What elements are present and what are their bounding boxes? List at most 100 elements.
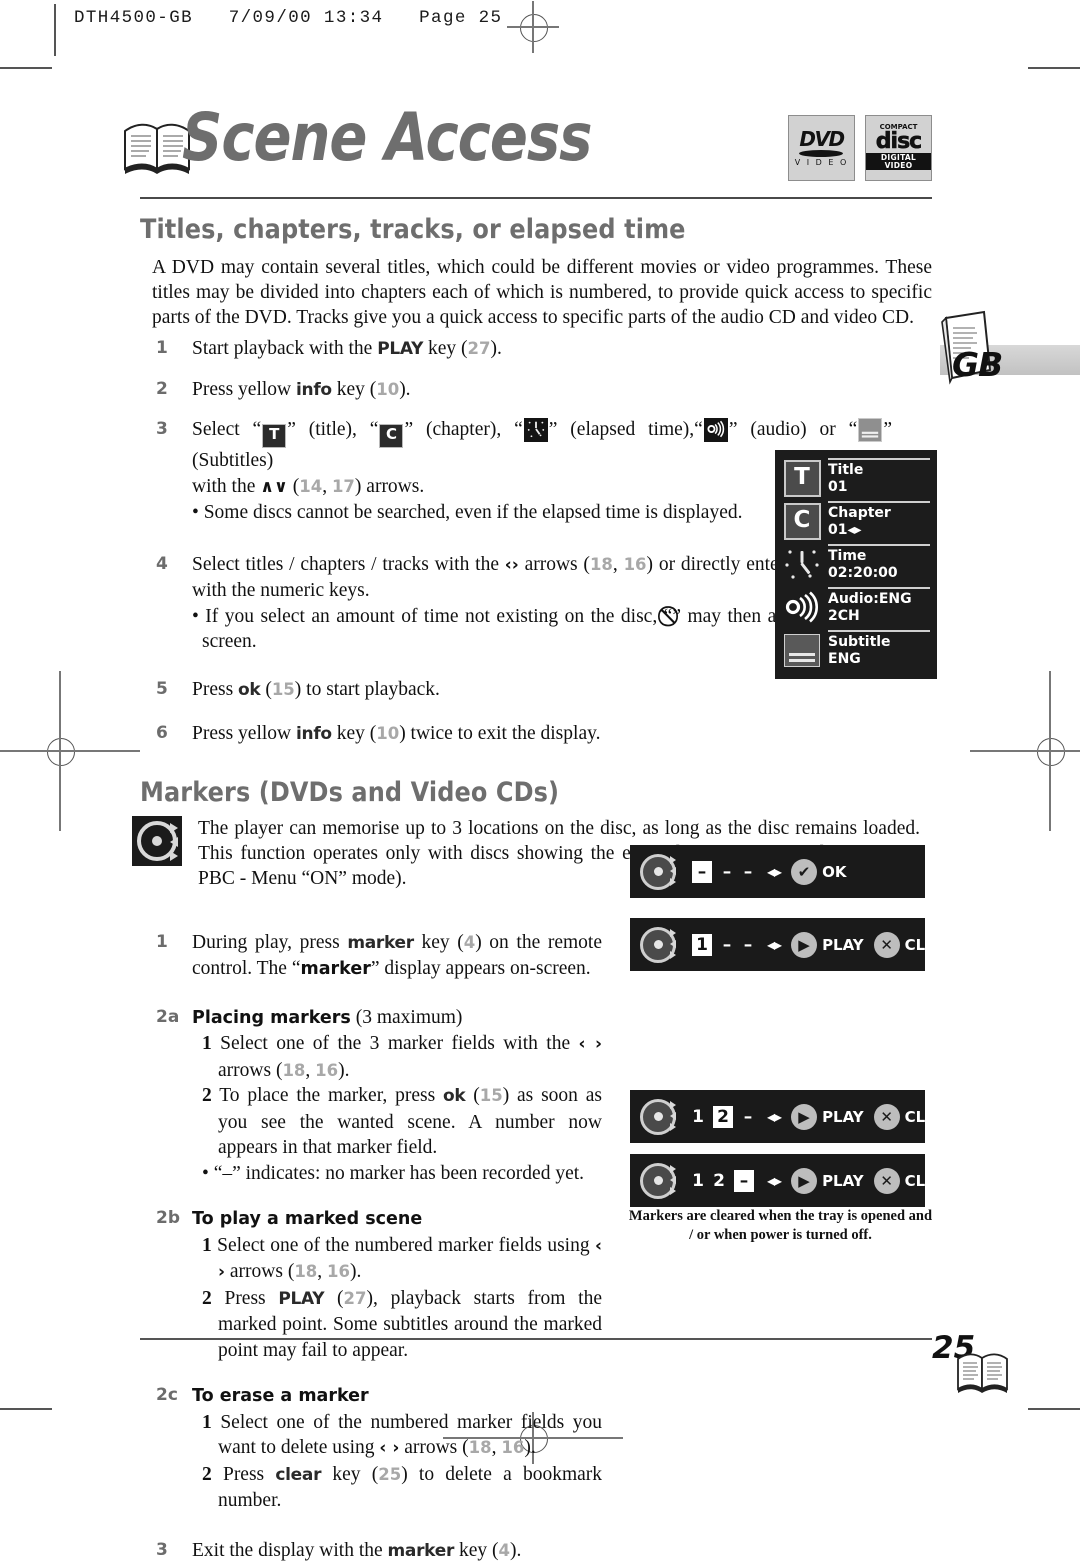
left-right-arrows-icon: ‹› [504, 554, 519, 575]
step-text-a: Start playback with the [192, 338, 378, 360]
marker-field-3[interactable]: – [742, 862, 754, 882]
m2c-s2-b: key ( [321, 1463, 379, 1485]
substep-number: 2 [202, 1085, 212, 1107]
marker-field-2[interactable]: – [721, 935, 733, 955]
chapter-glyph: C [783, 502, 821, 540]
marker-field-1[interactable]: – [692, 860, 712, 883]
marker-field-1[interactable]: 1 [692, 1107, 704, 1127]
title-icon: T [783, 458, 821, 498]
marker-field-2[interactable]: 2 [713, 1171, 725, 1191]
ref-sep: , [317, 1261, 328, 1283]
clear-button[interactable]: ✕ CLEAR [873, 1167, 959, 1194]
m2c-s2-a: Press [222, 1463, 276, 1485]
left-right-arrows-icon: ◂▸ [767, 1107, 782, 1126]
step-6: 6 Press yellow info key (10) twice to ex… [120, 721, 932, 748]
step-number: 4 [156, 553, 168, 574]
clock-icon [783, 544, 821, 584]
clear-button-label: CLEAR [904, 935, 959, 954]
cross-icon: ✕ [873, 931, 900, 958]
play-button[interactable]: ▶ PLAY [791, 1167, 864, 1194]
step4-bullet: • If you select an amount of time not ex… [192, 604, 852, 655]
marker-fields: 1 2 – ◂▸ [692, 1105, 782, 1128]
clear-button-label: CLEAR [904, 1107, 959, 1126]
step-text-c: ). [490, 338, 502, 360]
marker-field-1[interactable]: 1 [692, 1171, 704, 1191]
m2b-s1-a: Select one of the numbered marker fields… [217, 1234, 595, 1256]
clear-button[interactable]: ✕ CLEAR [873, 931, 959, 958]
chapter-title-block: Scene Access DVD V I D E O COMPACT disc … [120, 95, 932, 195]
play-button[interactable]: ▶ PLAY [791, 931, 864, 958]
ref-sep: , [322, 475, 332, 497]
substep-number: 2 [202, 1287, 212, 1309]
disc-marker-icon [132, 815, 182, 866]
step3-line2-a: with the [192, 475, 261, 497]
step-text-a: Press [192, 678, 239, 700]
m1-b: key ( [413, 931, 464, 953]
dvd-video-logo: DVD V I D E O [788, 115, 855, 181]
clear-button[interactable]: ✕ CLEAR [873, 1103, 959, 1130]
ref-sep: , [305, 1059, 316, 1081]
subtitle-icon [783, 630, 821, 670]
step-text-c: ) to start playback. [294, 678, 440, 700]
osd-value: 01◂▸ [828, 522, 862, 538]
ok-button[interactable]: ✔ OK [791, 858, 846, 885]
marker-field-3[interactable]: – [742, 1107, 754, 1127]
trim-mark-bottom-right [1028, 1408, 1080, 1410]
m2b-s2-b: ( [324, 1287, 344, 1309]
chapter-icon: C [379, 424, 404, 449]
step-text-b: key ( [331, 723, 377, 745]
open-book-icon [957, 1353, 1008, 1393]
step3-lead: Select “ [192, 419, 262, 441]
osd-row-subtitle: Subtitle ENG [783, 630, 930, 670]
cd-disc-text: disc [875, 129, 922, 155]
marker-field-3[interactable]: – [734, 1169, 754, 1192]
page-ref: 27 [343, 1288, 367, 1308]
subsection-title: To play a marked scene [192, 1209, 423, 1230]
ref-sep: , [612, 553, 624, 575]
clear-button-label: CLEAR [904, 1171, 959, 1190]
marker-step-2c: 2c To erase a marker 1 Select one of the… [120, 1383, 932, 1514]
step-text-a: Press yellow [192, 378, 296, 400]
play-key-label: PLAY [278, 1288, 325, 1309]
audio-icon [783, 587, 821, 627]
marker-field-2[interactable]: – [721, 862, 733, 882]
marker-field-1[interactable]: 1 [692, 933, 712, 956]
marker-fields: 1 2 – ◂▸ [692, 1169, 782, 1192]
section-heading-markers: Markers (DVDs and Video CDs) [140, 776, 560, 808]
step3-after-audio: ” (audio) or “ [728, 419, 858, 441]
step-text-c: ) twice to exit the display. [399, 723, 601, 745]
marker-field-3[interactable]: – [742, 935, 754, 955]
step-5: 5 Press ok (15) to start playback. [120, 677, 932, 704]
step-text: Exit the display with the marker key (4)… [192, 1540, 521, 1561]
play-icon: ▶ [791, 1103, 818, 1130]
step3-line2-b: ( [287, 475, 300, 497]
osd-row-audio: Audio:ENG 2CH [783, 587, 930, 627]
cross-icon: ✕ [873, 1167, 900, 1194]
step-number: 2 [156, 378, 168, 399]
trim-mark-top-left [0, 67, 52, 69]
audio-icon [703, 418, 728, 443]
left-right-arrows-icon: ‹ › [379, 1438, 400, 1459]
step-text-b: ( [260, 678, 272, 700]
ok-key-label: ok [238, 679, 261, 700]
marker-field-2[interactable]: 2 [713, 1105, 733, 1128]
step-text: To erase a marker 1 Select one of the nu… [192, 1383, 602, 1514]
play-button[interactable]: ▶ PLAY [791, 1103, 864, 1130]
osd-value: 01 [828, 479, 848, 495]
play-button-label: PLAY [822, 1171, 864, 1190]
page-title: Scene Access [182, 100, 593, 177]
osd-value: 02:20:00 [828, 565, 898, 581]
page-ref: 10 [376, 379, 400, 399]
m3-b: key ( [454, 1539, 499, 1561]
step-text: Press ok (15) to start playback. [192, 679, 440, 700]
page-ref: 27 [467, 339, 491, 359]
disc-marker-icon [640, 852, 686, 892]
step-number: 2c [156, 1385, 178, 1406]
m3-a: Exit the display with the [192, 1539, 388, 1561]
osd-label: Title [828, 462, 864, 478]
substep-number: 1 [202, 1033, 212, 1055]
osd-row-title: T Title 01 [783, 458, 930, 498]
step-number: 3 [156, 419, 168, 440]
step-2: 2 Press yellow info key (10). [120, 377, 932, 404]
page-ref: 25 [378, 1464, 402, 1484]
